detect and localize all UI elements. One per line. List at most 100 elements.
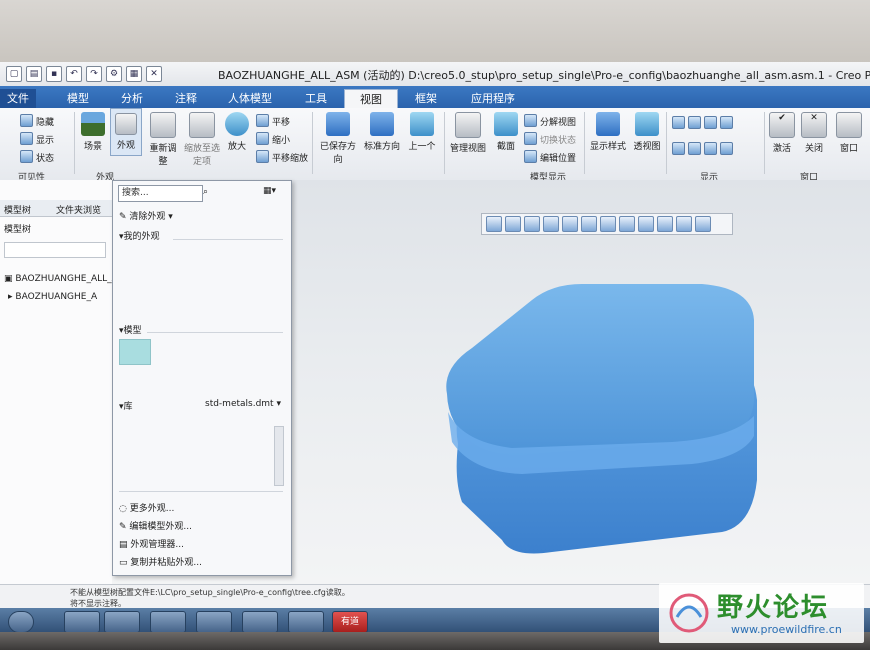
datum-display-toggles-bottom[interactable] — [672, 142, 736, 156]
appearance-button[interactable]: 外观 — [110, 108, 142, 156]
display-style-icon — [596, 112, 620, 136]
save-icon[interactable]: ▪ — [46, 66, 62, 82]
library-section[interactable]: ▾库 — [119, 399, 133, 412]
section-button[interactable]: 截面 — [492, 112, 520, 152]
tab-file[interactable]: 文件 — [0, 89, 36, 108]
tab-applications[interactable]: 应用程序 — [458, 89, 528, 108]
appearance-search-input[interactable]: 搜索... — [118, 185, 203, 202]
watermark-url: www.proewildfire.cn — [731, 623, 842, 636]
watermark-logo — [669, 593, 709, 633]
quick-access-toolbar: ▢ ▤ ▪ ↶ ↷ ⚙ ▦ ✕ — [6, 66, 162, 82]
ribbon-tabs: 文件 模型 分析 注释 人体模型 工具 视图 框架 应用程序 — [0, 86, 870, 109]
tab-annotate[interactable]: 注释 — [164, 89, 208, 108]
saved-orientations-button[interactable]: 已保存方向 — [318, 112, 358, 165]
tab-manikin[interactable]: 人体模型 — [218, 89, 282, 108]
scene-button[interactable]: 场景 — [78, 112, 108, 152]
edit-position-button[interactable]: 编辑位置 — [524, 150, 576, 164]
ribbon-separator — [444, 112, 445, 174]
tab-model[interactable]: 模型 — [56, 89, 100, 108]
window-title: BAOZHUANGHE_ALL_ASM (活动的) D:\creo5.0_stu… — [218, 69, 870, 82]
undo-icon[interactable]: ↶ — [66, 66, 82, 82]
tab-folder-browser[interactable]: 文件夹浏览 — [56, 203, 101, 216]
title-bar: ▢ ▤ ▪ ↶ ↷ ⚙ ▦ ✕ BAOZHUANGHE_ALL_ASM (活动的… — [0, 62, 870, 87]
previous-icon — [410, 112, 434, 136]
section-icon — [494, 112, 518, 136]
scene-icon — [81, 112, 105, 136]
tree-item-child[interactable]: ▸ BAOZHUANGHE_A — [8, 292, 97, 302]
exploded-view-button[interactable]: 分解视图 — [524, 114, 576, 128]
hide-button[interactable]: 隐藏 — [20, 114, 54, 128]
appearance-manager-button[interactable]: ▤ 外观管理器... — [119, 537, 184, 550]
refit-icon — [150, 112, 176, 138]
section-divider — [173, 239, 283, 240]
section-divider — [147, 332, 283, 333]
manage-views-icon — [455, 112, 481, 138]
view-options-icon[interactable]: ▦▾ — [263, 186, 276, 196]
model-section[interactable]: ▾模型 — [119, 323, 142, 336]
redo-icon[interactable]: ↷ — [86, 66, 102, 82]
tab-view[interactable]: 视图 — [344, 89, 398, 109]
search-icon[interactable]: ⌕ — [203, 187, 208, 197]
refit-button[interactable]: 重新调整 — [146, 112, 180, 167]
pan-zoom-button[interactable]: 平移缩放 — [256, 150, 308, 164]
zoom-out-button[interactable]: 缩小 — [256, 132, 290, 146]
taskbar-creo[interactable] — [288, 611, 324, 633]
show-button[interactable]: 显示 — [20, 132, 54, 146]
previous-button[interactable]: 上一个 — [404, 112, 440, 152]
tab-model-tree[interactable]: 模型树 — [4, 203, 31, 216]
saved-orientations-icon — [326, 112, 350, 136]
my-appearances-section[interactable]: ▾我的外观 — [119, 229, 160, 242]
panel-tabs: 模型树 文件夹浏览 — [0, 200, 112, 217]
library-scrollbar[interactable] — [274, 426, 284, 486]
ribbon: 隐藏 显示 状态 可见性 场景 外观 外观 重新调整 缩放至选定项 放大 平移 … — [0, 108, 870, 183]
windows-icon[interactable]: ▦ — [126, 66, 142, 82]
checkmark-icon: ✔ — [769, 112, 795, 138]
ribbon-separator — [764, 112, 765, 174]
model-tree-filter[interactable] — [4, 242, 106, 258]
start-button[interactable] — [8, 611, 34, 633]
perspective-button[interactable]: 透视图 — [630, 112, 664, 152]
display-style-button[interactable]: 显示样式 — [588, 112, 628, 152]
status-message-1: 不能从模型树配置文件E:\LC\pro_setup_single\Pro-e_c… — [70, 588, 350, 597]
manage-views-button[interactable]: 管理视图 — [448, 112, 488, 154]
activate-button[interactable]: ✔ 激活 — [768, 112, 796, 154]
taskbar-folder[interactable] — [104, 611, 140, 633]
model-tree-panel: 模型树 文件夹浏览 模型树 ▣ BAOZHUANGHE_ALL_A ▸ BAOZ… — [0, 180, 118, 584]
new-icon[interactable]: ▢ — [6, 66, 22, 82]
edit-model-appearance-button[interactable]: ✎ 编辑模型外观... — [119, 519, 192, 532]
close-window-icon[interactable]: ✕ — [146, 66, 162, 82]
zoom-to-selected-button[interactable]: 缩放至选定项 — [182, 112, 222, 167]
library-file-selector[interactable]: std-metals.dmt ▾ — [205, 399, 281, 409]
tab-tools[interactable]: 工具 — [292, 89, 340, 108]
appearance-icon — [115, 113, 137, 135]
pan-button[interactable]: 平移 — [256, 114, 290, 128]
taskbar-app-5[interactable] — [242, 611, 278, 633]
regenerate-icon[interactable]: ⚙ — [106, 66, 122, 82]
standard-orientation-button[interactable]: 标准方向 — [362, 112, 402, 152]
model-appearance-swatch[interactable] — [119, 339, 151, 365]
standard-orientation-icon — [370, 112, 394, 136]
zoom-selected-icon — [189, 112, 215, 138]
window-button[interactable]: 窗口 — [834, 112, 864, 154]
taskbar-app-1[interactable] — [64, 611, 100, 633]
watermark-title: 野火论坛 — [717, 593, 830, 623]
creo-window: ▢ ▤ ▪ ↶ ↷ ⚙ ▦ ✕ BAOZHUANGHE_ALL_ASM (活动的… — [0, 62, 870, 634]
taskbar-youdao[interactable]: 有道 — [332, 611, 368, 633]
datum-display-toggles-top[interactable] — [672, 116, 736, 130]
taskbar-app-4[interactable] — [196, 611, 232, 633]
open-icon[interactable]: ▤ — [26, 66, 42, 82]
zoom-in-button[interactable]: 放大 — [224, 112, 250, 152]
close-button[interactable]: ✕ 关闭 — [800, 112, 828, 154]
ribbon-separator — [74, 112, 75, 174]
copy-paste-appearance-button[interactable]: ▭ 复制并粘贴外观... — [119, 555, 202, 568]
tab-frame[interactable]: 框架 — [402, 89, 450, 108]
clear-appearance-button[interactable]: ✎ 清除外观 ▾ — [119, 209, 173, 222]
toggle-status-button[interactable]: 切换状态 — [524, 132, 576, 146]
more-appearances-button[interactable]: ◌ 更多外观... — [119, 501, 174, 514]
tree-item-root[interactable]: ▣ BAOZHUANGHE_ALL_A — [4, 274, 118, 284]
tab-analysis[interactable]: 分析 — [110, 89, 154, 108]
watermark: 野火论坛 www.proewildfire.cn — [659, 583, 864, 643]
ribbon-separator — [584, 112, 585, 174]
taskbar-browser[interactable] — [150, 611, 186, 633]
status-button[interactable]: 状态 — [20, 150, 54, 164]
